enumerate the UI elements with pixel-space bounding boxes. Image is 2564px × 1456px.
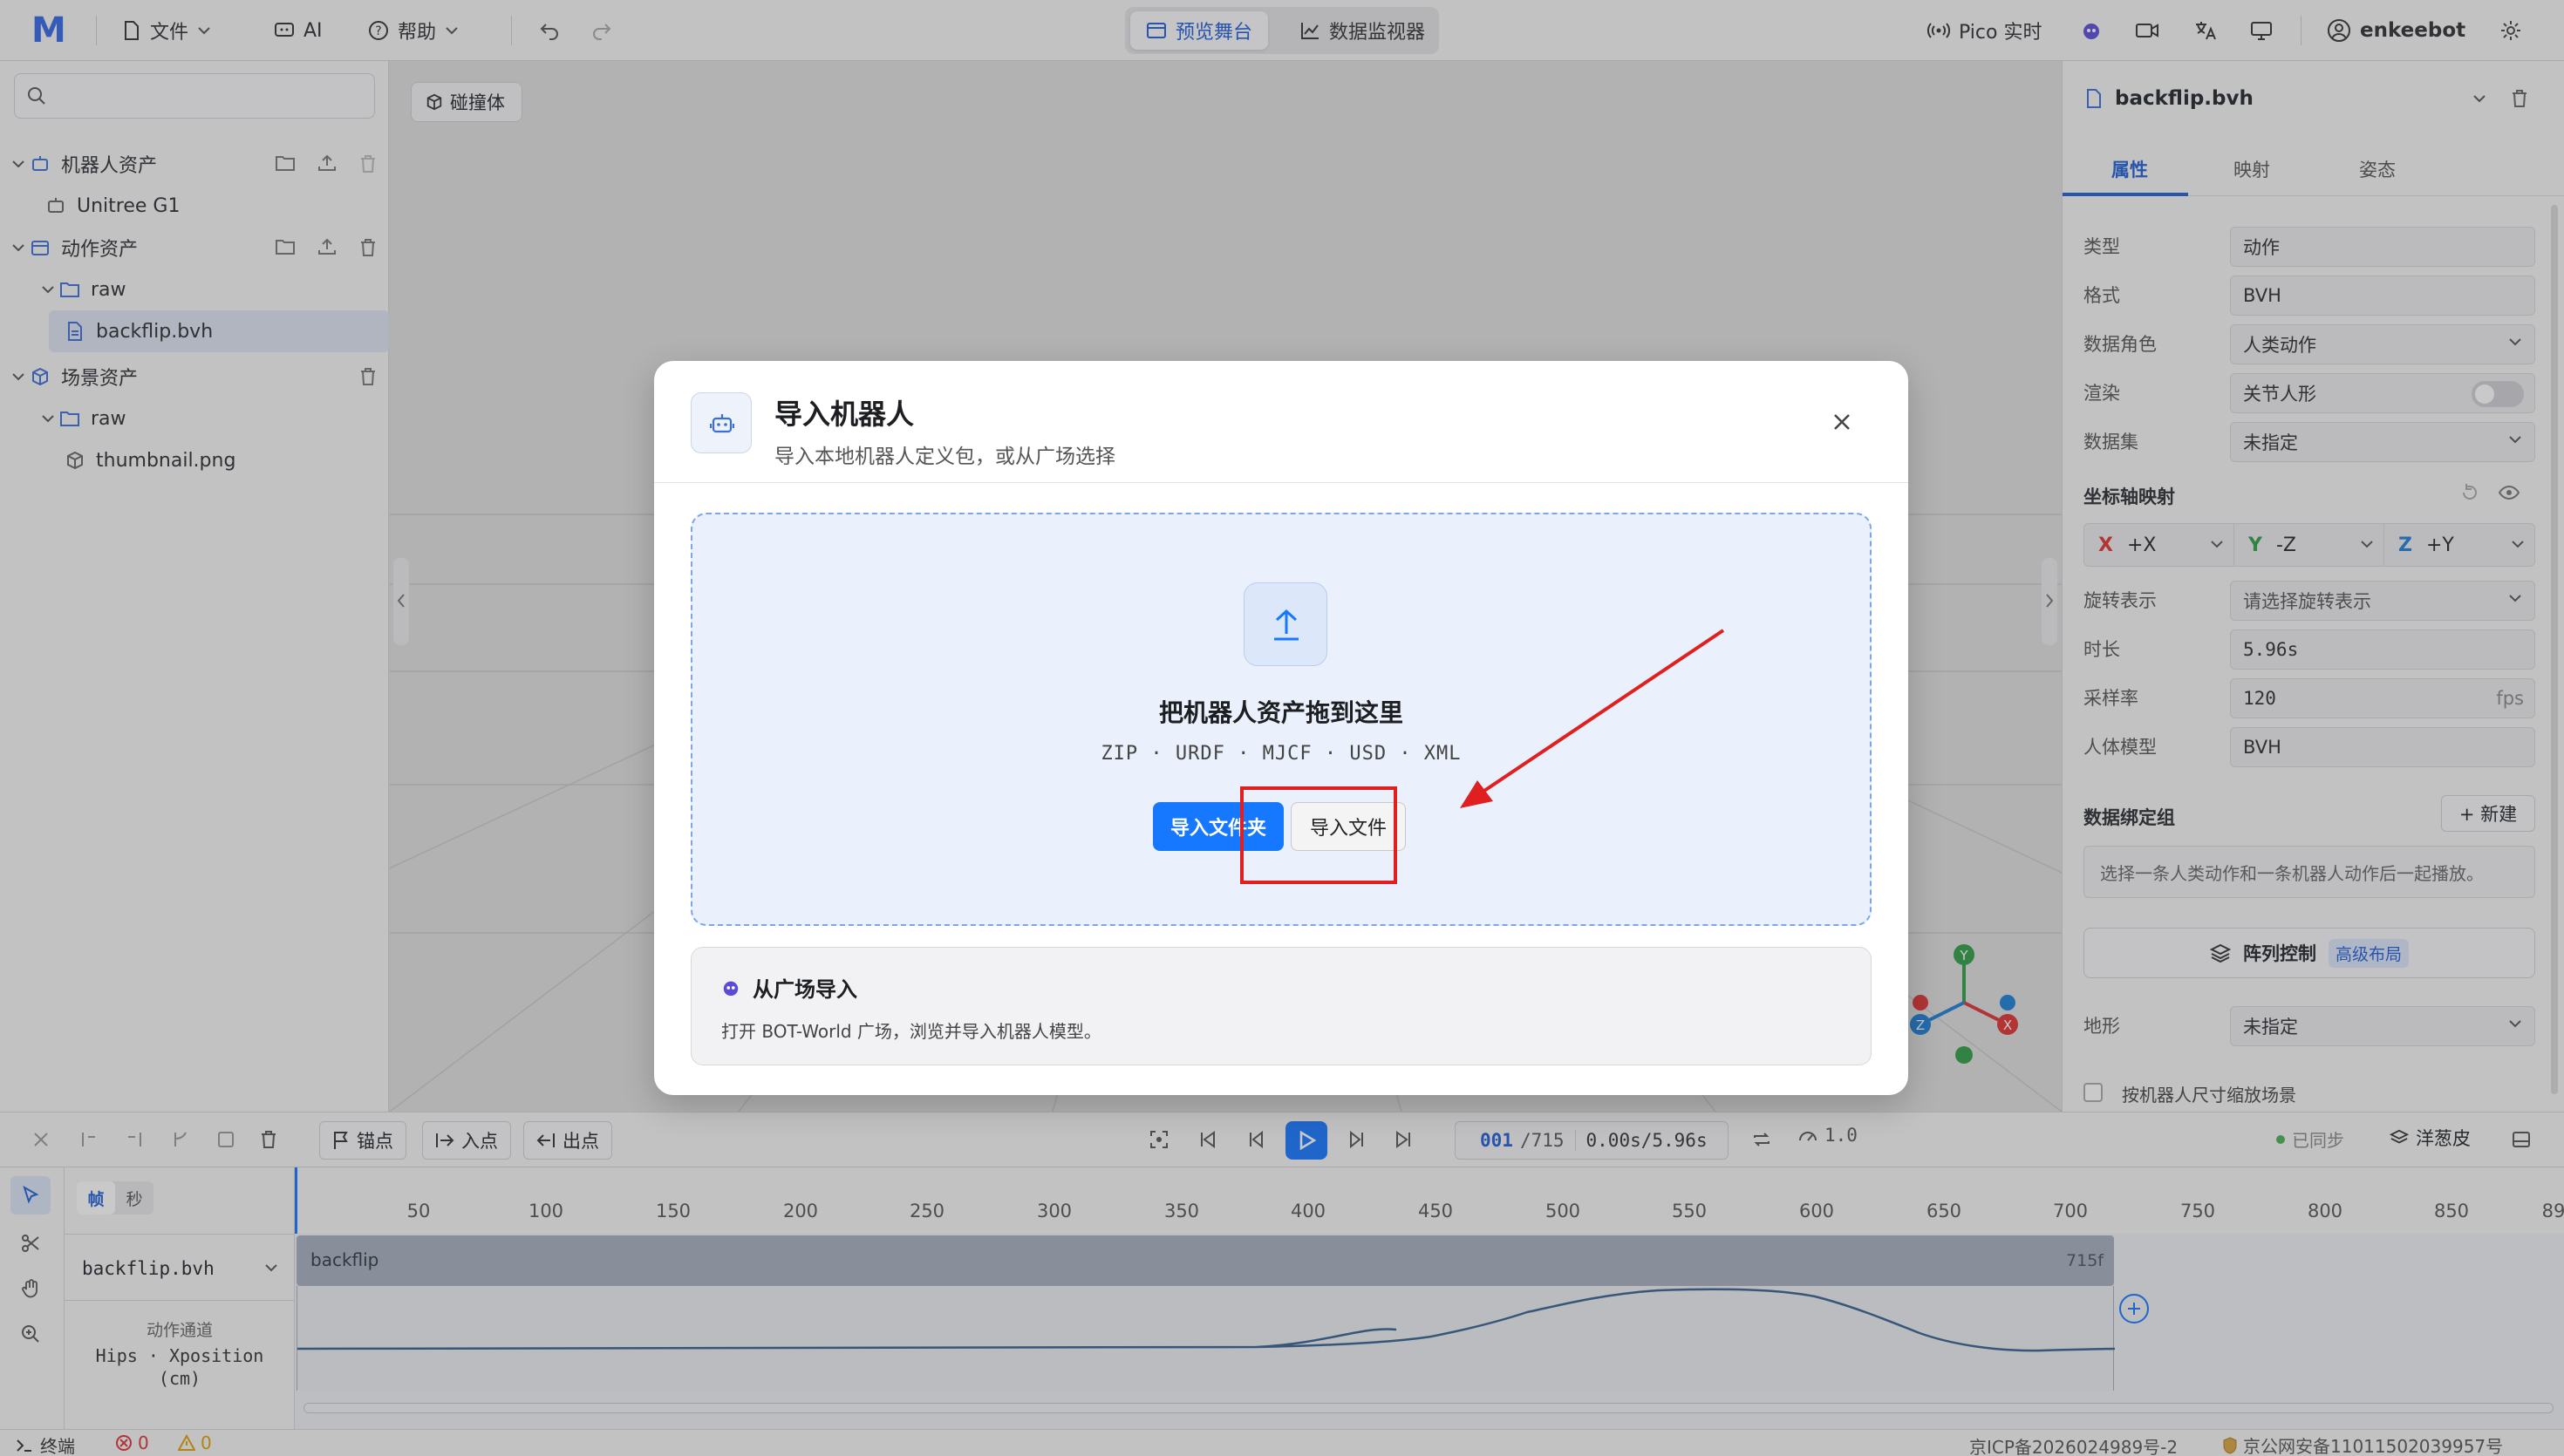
highlight-annotation-box [1240, 786, 1397, 884]
plaza-heading: 从广场导入 [721, 972, 857, 1003]
dialog-header: 导入机器人 导入本地机器人定义包，或从广场选择 [654, 361, 1908, 483]
close-icon [1832, 412, 1851, 432]
dialog-title: 导入机器人 [774, 398, 915, 431]
plaza-title: 从广场导入 [753, 977, 857, 1002]
close-button[interactable] [1823, 403, 1861, 441]
import-from-plaza-card[interactable]: 从广场导入 打开 BOT-World 广场，浏览并导入机器人模型。 [691, 947, 1872, 1065]
bot-world-icon [721, 978, 740, 997]
annotation-arrow [1460, 629, 1725, 808]
upload-icon [1272, 608, 1301, 643]
dialog-subtitle: 导入本地机器人定义包，或从广场选择 [774, 446, 1115, 468]
dialog-icon-box [691, 392, 752, 453]
upload-icon-box [1244, 582, 1327, 666]
robot-icon [710, 412, 734, 435]
plaza-description: 打开 BOT-World 广场，浏览并导入机器人模型。 [721, 1021, 1101, 1042]
